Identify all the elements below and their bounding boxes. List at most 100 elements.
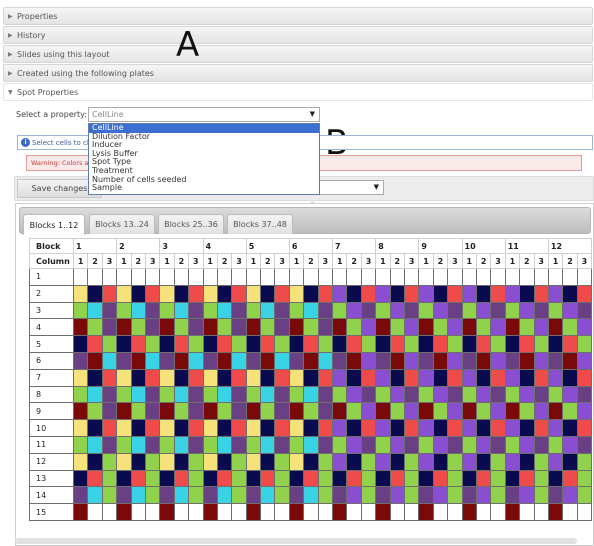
- spot-cell[interactable]: [547, 452, 564, 471]
- spot-cell[interactable]: [403, 301, 420, 320]
- spot-cell[interactable]: [231, 486, 247, 505]
- spot-cell[interactable]: [432, 503, 449, 521]
- spot-cell[interactable]: [216, 268, 233, 286]
- spot-cell[interactable]: [173, 452, 190, 471]
- spot-cell[interactable]: [130, 318, 146, 337]
- horizontal-scrollbar[interactable]: [15, 538, 577, 544]
- spot-cell[interactable]: [533, 452, 549, 471]
- spot-cell[interactable]: [87, 368, 103, 387]
- spot-cell[interactable]: [245, 351, 262, 370]
- spot-cell[interactable]: [403, 385, 420, 404]
- spot-cell[interactable]: [317, 402, 334, 421]
- spot-cell[interactable]: [519, 318, 535, 337]
- spot-cell[interactable]: [202, 318, 218, 337]
- spot-cell[interactable]: [188, 486, 204, 505]
- spot-cell[interactable]: [202, 351, 218, 370]
- spot-cell[interactable]: [447, 284, 463, 303]
- spot-cell[interactable]: [490, 435, 506, 454]
- spot-cell[interactable]: [576, 335, 593, 353]
- tab-blocks-25-36[interactable]: Blocks 25..36: [158, 214, 224, 234]
- spot-cell[interactable]: [202, 402, 218, 421]
- spot-cell[interactable]: [303, 402, 319, 421]
- spot-cell[interactable]: [116, 351, 132, 370]
- spot-cell[interactable]: [188, 469, 204, 488]
- spot-cell[interactable]: [519, 301, 535, 320]
- spot-cell[interactable]: [475, 435, 492, 454]
- spot-cell[interactable]: [475, 284, 492, 303]
- spot-cell[interactable]: [547, 435, 564, 454]
- spot-cell[interactable]: [461, 284, 477, 303]
- spot-cell[interactable]: [490, 402, 506, 421]
- spot-cell[interactable]: [101, 503, 118, 521]
- spot-cell[interactable]: [461, 268, 477, 286]
- spot-cell[interactable]: [231, 351, 247, 370]
- spot-cell[interactable]: [360, 284, 377, 303]
- spot-cell[interactable]: [576, 402, 593, 421]
- spot-cell[interactable]: [216, 385, 233, 404]
- spot-cell[interactable]: [360, 268, 377, 286]
- spot-cell[interactable]: [245, 318, 262, 337]
- spot-cell[interactable]: [245, 284, 262, 303]
- spot-cell[interactable]: [475, 486, 492, 505]
- spot-cell[interactable]: [216, 503, 233, 521]
- spot-cell[interactable]: [533, 385, 549, 404]
- spot-cell[interactable]: [360, 486, 377, 505]
- spot-cell[interactable]: [490, 335, 506, 353]
- spot-cell[interactable]: [231, 402, 247, 421]
- spot-cell[interactable]: [216, 486, 233, 505]
- spot-cell[interactable]: [346, 419, 362, 437]
- spot-cell[interactable]: [245, 268, 262, 286]
- tab-blocks-37-48[interactable]: Blocks 37..48: [227, 214, 293, 234]
- spot-cell[interactable]: [87, 486, 103, 505]
- spot-cell[interactable]: [216, 469, 233, 488]
- spot-cell[interactable]: [375, 452, 391, 471]
- spot-cell[interactable]: [72, 503, 89, 521]
- spot-cell[interactable]: [375, 318, 391, 337]
- spot-cell[interactable]: [231, 503, 247, 521]
- spot-cell[interactable]: [116, 452, 132, 471]
- spot-cell[interactable]: [260, 469, 276, 488]
- spot-cell[interactable]: [130, 385, 146, 404]
- spot-cell[interactable]: [188, 268, 204, 286]
- spot-cell[interactable]: [202, 368, 218, 387]
- property-option[interactable]: Dilution Factor: [89, 132, 319, 142]
- spot-cell[interactable]: [231, 435, 247, 454]
- spot-cell[interactable]: [389, 368, 405, 387]
- spot-cell[interactable]: [288, 284, 305, 303]
- spot-cell[interactable]: [101, 351, 118, 370]
- spot-cell[interactable]: [360, 419, 377, 437]
- spot-cell[interactable]: [274, 419, 290, 437]
- spot-cell[interactable]: [375, 503, 391, 521]
- spot-cell[interactable]: [360, 335, 377, 353]
- spot-cell[interactable]: [288, 486, 305, 505]
- spot-cell[interactable]: [418, 469, 434, 488]
- spot-cell[interactable]: [447, 318, 463, 337]
- spot-cell[interactable]: [159, 469, 175, 488]
- spot-cell[interactable]: [576, 435, 593, 454]
- spot-cell[interactable]: [562, 452, 578, 471]
- spot-cell[interactable]: [202, 301, 218, 320]
- spot-cell[interactable]: [576, 486, 593, 505]
- spot-cell[interactable]: [403, 435, 420, 454]
- spot-cell[interactable]: [202, 335, 218, 353]
- spot-cell[interactable]: [461, 503, 477, 521]
- spot-cell[interactable]: [274, 284, 290, 303]
- spot-cell[interactable]: [346, 469, 362, 488]
- spot-cell[interactable]: [332, 301, 348, 320]
- spot-cell[interactable]: [159, 452, 175, 471]
- spot-cell[interactable]: [432, 419, 449, 437]
- spot-cell[interactable]: [317, 301, 334, 320]
- spot-cell[interactable]: [72, 402, 89, 421]
- spot-cell[interactable]: [216, 402, 233, 421]
- spot-cell[interactable]: [418, 335, 434, 353]
- spot-cell[interactable]: [403, 452, 420, 471]
- spot-cell[interactable]: [418, 318, 434, 337]
- spot-cell[interactable]: [317, 335, 334, 353]
- spot-cell[interactable]: [87, 268, 103, 286]
- spot-cell[interactable]: [260, 368, 276, 387]
- spot-cell[interactable]: [274, 503, 290, 521]
- spot-cell[interactable]: [533, 268, 549, 286]
- spot-cell[interactable]: [332, 318, 348, 337]
- spot-cell[interactable]: [389, 503, 405, 521]
- spot-cell[interactable]: [116, 385, 132, 404]
